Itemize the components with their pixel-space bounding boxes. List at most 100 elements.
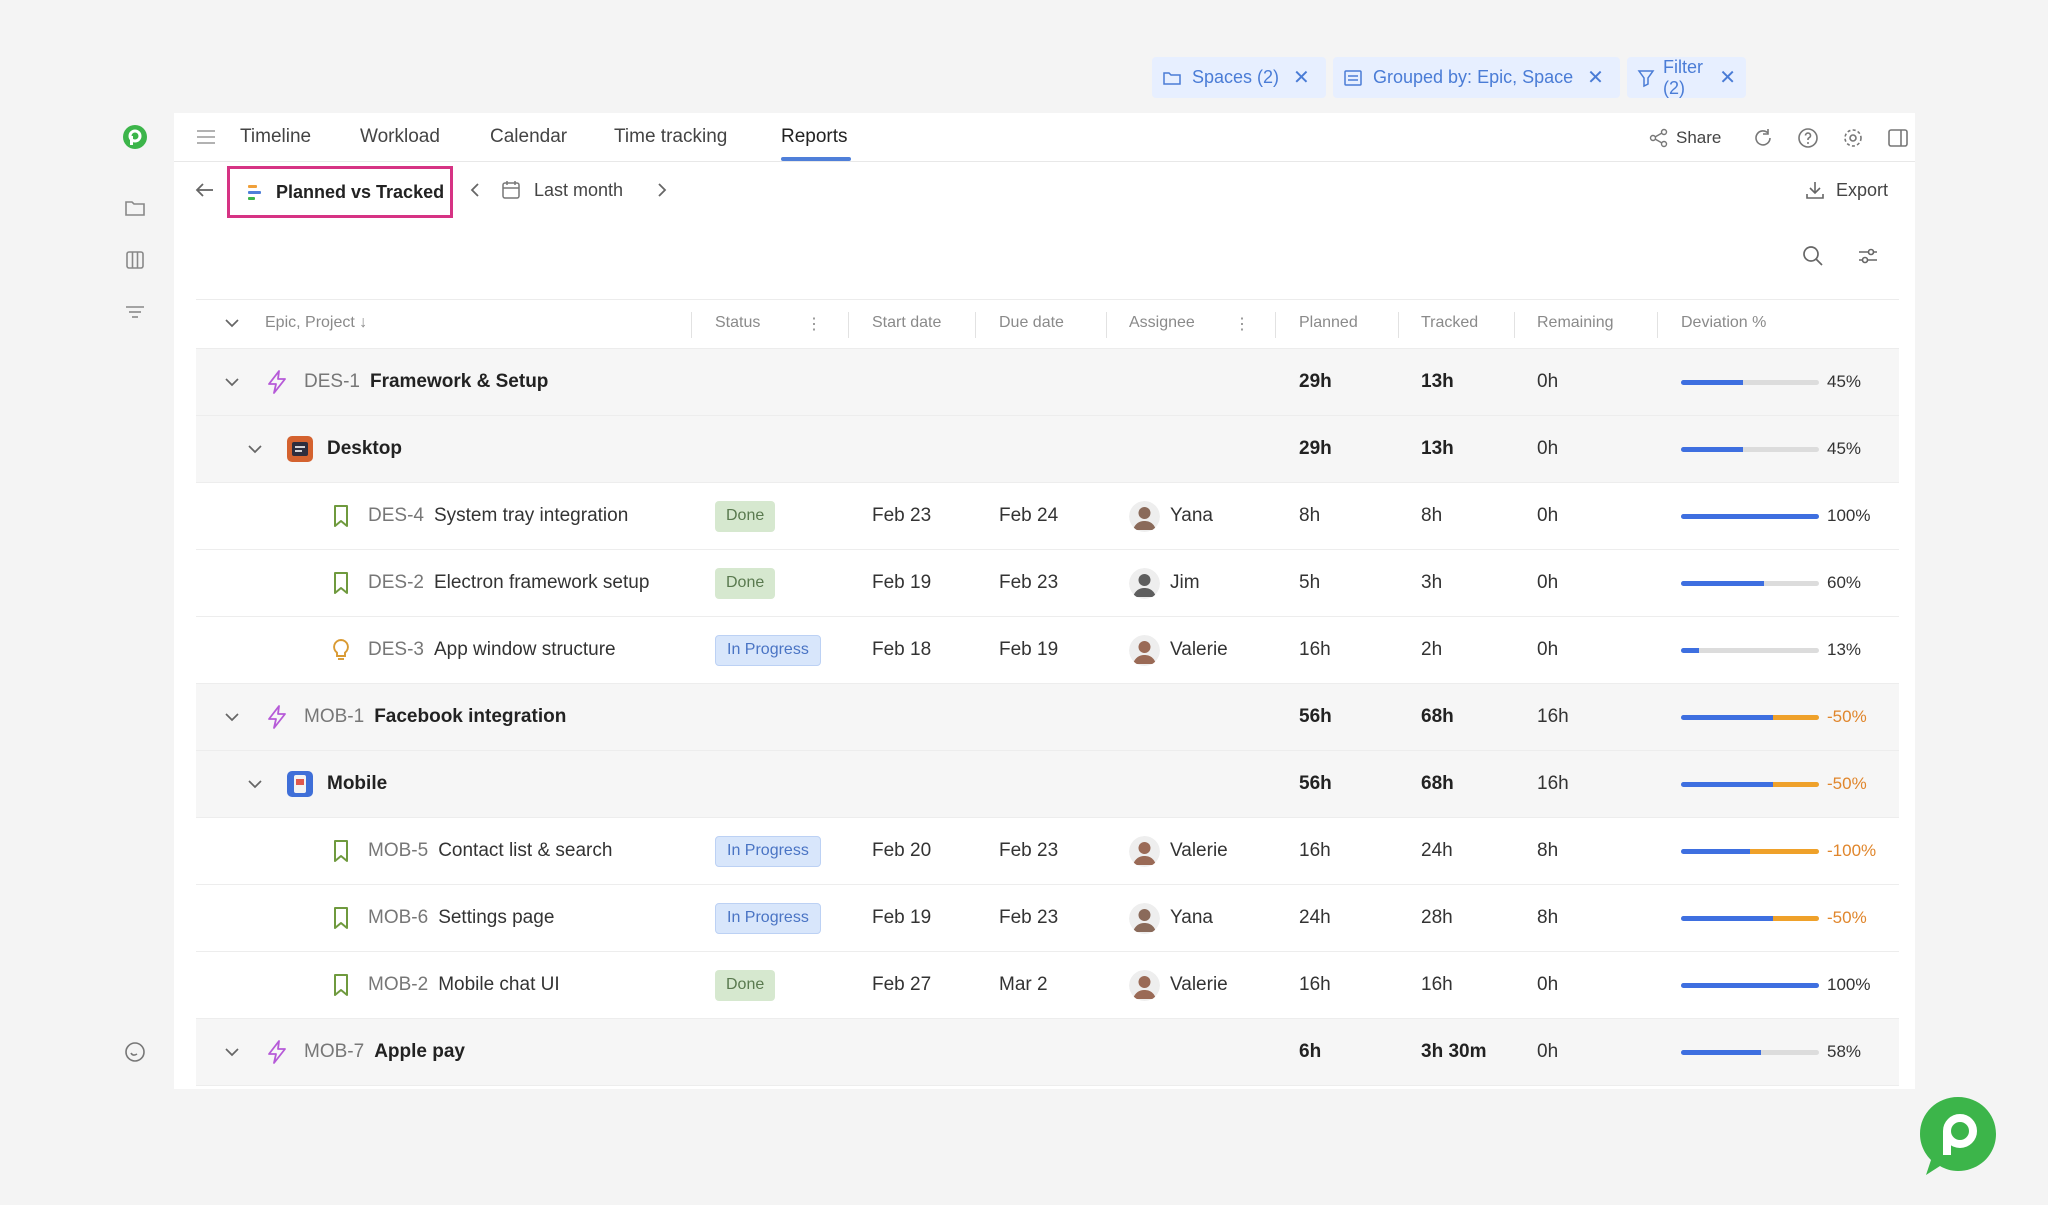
col-remaining-header[interactable]: Remaining: [1537, 314, 1613, 332]
assignee-cell[interactable]: Yana: [1129, 483, 1213, 549]
epic-row[interactable]: MOB-7 Apple pay 6h 3h 30m 0h 58%: [196, 1019, 1899, 1086]
task-name[interactable]: MOB-2 Mobile chat UI: [368, 952, 560, 1018]
collapse-all-icon[interactable]: [222, 313, 242, 338]
spaces-chip[interactable]: Spaces (2) ✕: [1152, 57, 1326, 98]
tab-workload[interactable]: Workload: [360, 126, 440, 148]
help-icon[interactable]: [1796, 125, 1820, 151]
col-status-header[interactable]: Status: [715, 314, 760, 332]
export-button[interactable]: Export: [1804, 176, 1888, 204]
epic-name[interactable]: DES-1 Framework & Setup: [304, 349, 548, 415]
planned-value: 56h: [1299, 773, 1332, 794]
status-badge[interactable]: Done: [715, 969, 776, 1001]
assignee-cell[interactable]: Valerie: [1129, 818, 1228, 884]
task-name[interactable]: DES-3 App window structure: [368, 617, 616, 683]
report-selector[interactable]: Planned vs Tracked: [227, 166, 453, 218]
epic-name[interactable]: MOB-7 Apple pay: [304, 1019, 465, 1085]
tab-time-tracking[interactable]: Time tracking: [614, 126, 727, 148]
epic-row[interactable]: MOB-1 Facebook integration 56h 68h 16h -50%: [196, 684, 1899, 751]
status-badge[interactable]: In Progress: [715, 634, 821, 666]
col-tracked-header[interactable]: Tracked: [1421, 314, 1478, 332]
table-row[interactable]: DES-4 System tray integration Done Feb 23 Fe…: [196, 483, 1899, 550]
tracked-value: 16h: [1421, 974, 1453, 995]
column-settings-icon[interactable]: [1856, 244, 1880, 268]
project-row[interactable]: Mobile 56h 68h 16h -50%: [196, 751, 1899, 818]
col-due-header[interactable]: Due date: [999, 314, 1064, 332]
assignee-cell[interactable]: Yana: [1129, 885, 1213, 951]
assignee-cell[interactable]: Jim: [1129, 550, 1200, 616]
close-icon[interactable]: ✕: [1587, 65, 1604, 90]
filter-chip[interactable]: Filter (2) ✕: [1627, 57, 1746, 98]
planned-value: 29h: [1299, 438, 1332, 459]
grouped-by-chip[interactable]: Grouped by: Epic, Space ✕: [1333, 57, 1620, 98]
close-icon[interactable]: ✕: [1293, 65, 1310, 90]
project-name[interactable]: Mobile: [327, 751, 387, 817]
board-icon[interactable]: [121, 246, 149, 274]
deviation-bar-planned: [1681, 648, 1699, 653]
tab-reports[interactable]: Reports: [781, 126, 848, 148]
kebab-menu-icon[interactable]: ⋮: [1234, 314, 1250, 334]
panel-toggle-icon[interactable]: [1886, 125, 1910, 151]
planned-value: 16h: [1299, 639, 1331, 660]
remaining-value: 0h: [1537, 572, 1559, 593]
refresh-icon[interactable]: [1751, 125, 1775, 151]
app-logo-icon[interactable]: [121, 123, 149, 151]
table-row[interactable]: DES-3 App window structure In Progress Feb …: [196, 617, 1899, 684]
col-planned-header[interactable]: Planned: [1299, 314, 1358, 332]
project-name[interactable]: Desktop: [327, 416, 402, 482]
folder-icon[interactable]: [121, 194, 149, 222]
task-name[interactable]: MOB-5 Contact list & search: [368, 818, 612, 884]
search-icon[interactable]: [1801, 244, 1825, 268]
project-row[interactable]: Desktop 29h 13h 0h 45%: [196, 416, 1899, 483]
task-key: DES-2: [368, 572, 424, 593]
expand-chevron-icon[interactable]: [245, 751, 265, 817]
menu-icon[interactable]: [194, 125, 218, 149]
deviation-bar: [1681, 782, 1819, 787]
col-name-header[interactable]: Epic, Project ↓: [265, 314, 367, 332]
prev-period-icon[interactable]: [465, 178, 485, 202]
mobile-project-icon: [286, 751, 314, 817]
col-assignee-header[interactable]: Assignee: [1129, 314, 1195, 332]
table-row[interactable]: MOB-5 Contact list & search In Progress Feb…: [196, 818, 1899, 885]
deviation-bar-planned: [1681, 782, 1774, 787]
tab-timeline[interactable]: Timeline: [240, 126, 311, 148]
deviation-value: 13%: [1827, 640, 1862, 659]
table-row[interactable]: MOB-2 Mobile chat UI Done Feb 27 Mar 2 Valeri…: [196, 952, 1899, 1019]
status-badge[interactable]: In Progress: [715, 902, 821, 934]
table-row[interactable]: MOB-6 Settings page In Progress Feb 19 Feb 2…: [196, 885, 1899, 952]
assignee-cell[interactable]: Valerie: [1129, 617, 1228, 683]
status-badge[interactable]: Done: [715, 500, 776, 532]
filter-lines-icon[interactable]: [121, 298, 149, 326]
epic-name[interactable]: MOB-1 Facebook integration: [304, 684, 566, 750]
remaining-value: 0h: [1537, 1041, 1559, 1062]
expand-chevron-icon[interactable]: [222, 1019, 242, 1085]
settings-gear-icon[interactable]: [1841, 125, 1865, 151]
status-badge[interactable]: In Progress: [715, 835, 821, 867]
share-button[interactable]: Share: [1648, 125, 1721, 151]
assignee-cell[interactable]: Valerie: [1129, 952, 1228, 1018]
task-name[interactable]: DES-2 Electron framework setup: [368, 550, 649, 616]
col-deviation-header[interactable]: Deviation %: [1681, 314, 1766, 332]
close-icon[interactable]: ✕: [1719, 65, 1736, 90]
deviation-value: 58%: [1827, 1042, 1862, 1061]
deviation-bar-overrun: [1750, 849, 1819, 854]
period-selector[interactable]: Last month: [500, 176, 623, 204]
expand-chevron-icon[interactable]: [245, 416, 265, 482]
expand-chevron-icon[interactable]: [222, 349, 242, 415]
epic-row[interactable]: DES-1 Framework & Setup 29h 13h 0h 45%: [196, 349, 1899, 416]
task-name[interactable]: DES-4 System tray integration: [368, 483, 628, 549]
chat-icon[interactable]: [121, 1038, 149, 1066]
back-arrow-icon[interactable]: [193, 178, 217, 202]
start-date: Feb 23: [872, 505, 932, 526]
expand-chevron-icon[interactable]: [222, 684, 242, 750]
export-label: Export: [1836, 179, 1889, 200]
status-badge[interactable]: Done: [715, 567, 776, 599]
task-name[interactable]: MOB-6 Settings page: [368, 885, 554, 951]
active-tab-indicator: [781, 157, 851, 161]
table-row[interactable]: DES-2 Electron framework setup Done Feb 19 F…: [196, 550, 1899, 617]
task-title: Settings page: [438, 907, 555, 928]
kebab-menu-icon[interactable]: ⋮: [806, 314, 822, 334]
tab-calendar[interactable]: Calendar: [490, 126, 567, 148]
deviation-bar-overrun: [1773, 715, 1819, 720]
col-start-header[interactable]: Start date: [872, 314, 941, 332]
next-period-icon[interactable]: [652, 178, 672, 202]
